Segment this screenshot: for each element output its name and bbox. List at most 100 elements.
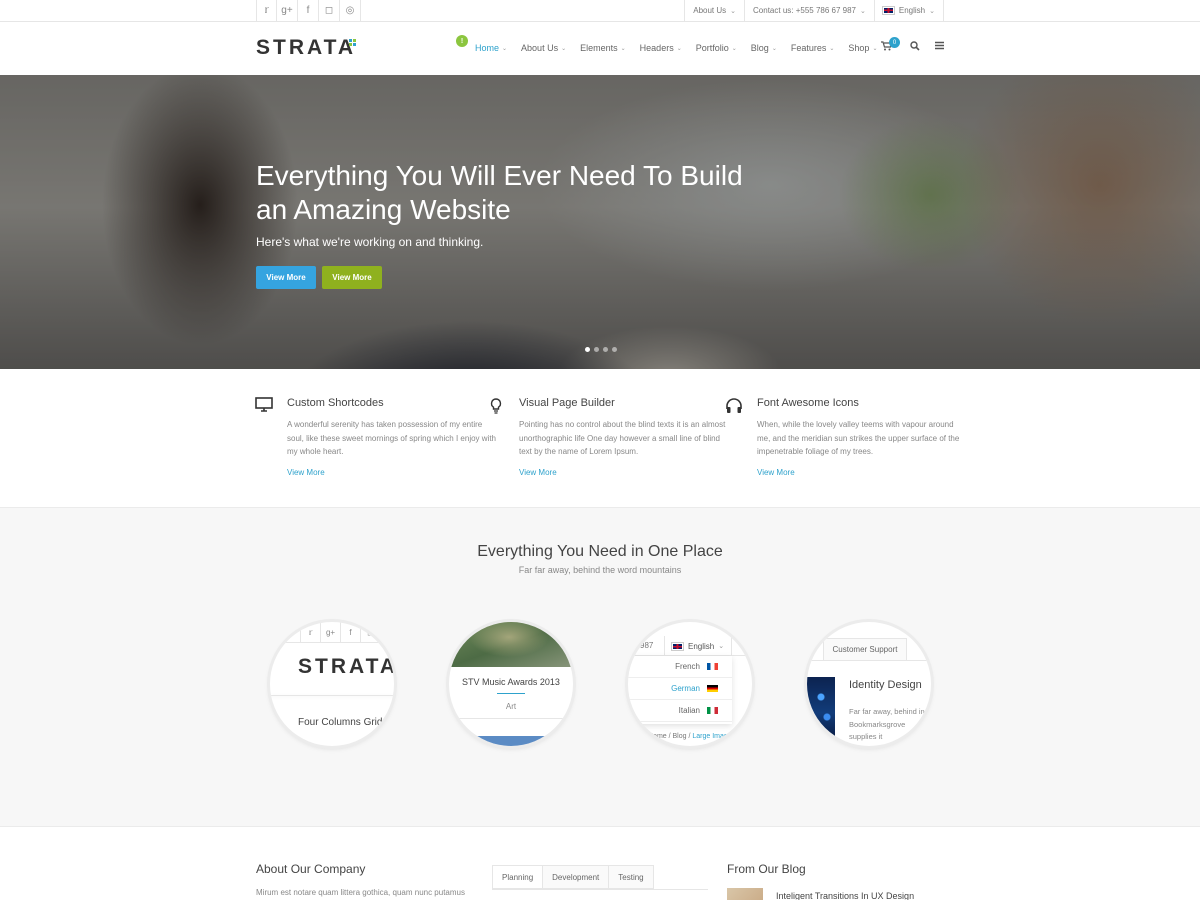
blog-post-link[interactable]: Inteligent Transitions In UX Design	[776, 891, 914, 900]
nav-features[interactable]: Features ⌄	[784, 36, 842, 60]
logo-mark-icon	[349, 39, 358, 48]
section-title: Everything You Need in One Place	[477, 543, 723, 560]
menu-icon[interactable]	[935, 41, 944, 53]
language-option-german: German	[628, 678, 732, 700]
breadcrumb: Home / Blog / Large Image	[648, 733, 732, 740]
nav-elements[interactable]: Elements ⌄	[573, 36, 633, 60]
process-tabs: Planning Development Testing	[492, 865, 654, 889]
top-contact-link[interactable]: Contact us: +555 786 67 987 ⌄	[744, 0, 874, 21]
twitter-icon: 𝕣	[300, 622, 320, 642]
twitter-icon[interactable]: 𝕣	[256, 0, 277, 21]
site-logo[interactable]: STRATA	[256, 36, 356, 60]
feature-font-awesome-icons: Font Awesome Icons When, while the lovel…	[726, 397, 967, 477]
nav-label: Elements	[580, 43, 618, 53]
nav-headers[interactable]: Headers ⌄	[633, 36, 689, 60]
social-links: 𝕣 g+ f ◻	[300, 622, 380, 642]
language-label: English	[898, 6, 926, 15]
hero-view-more-button[interactable]: View More	[256, 266, 316, 289]
language-option-italian: Italian	[628, 700, 732, 722]
facebook-icon[interactable]: f	[298, 0, 319, 21]
showcase-circle-grid[interactable]: 𝕣 g+ f ◻ STRATA Four Columns Grid	[270, 622, 394, 746]
desktop-icon	[255, 397, 273, 415]
tab-planning[interactable]: Planning	[492, 865, 544, 889]
nav-label: Blog	[750, 43, 769, 53]
portfolio-title: STV Music Awards 2013	[462, 677, 560, 687]
nav-shop[interactable]: Shop ⌄	[841, 36, 884, 60]
service-title: Identity Design	[849, 679, 922, 691]
slider-dot[interactable]	[612, 347, 617, 352]
language-selector[interactable]: English ⌄	[873, 0, 944, 21]
nav-label: Shop	[848, 43, 870, 53]
nav-home[interactable]: Home ⌄	[468, 36, 514, 60]
language-option-label: German	[671, 684, 700, 693]
tab-development[interactable]: Development	[543, 865, 610, 889]
nav-label: About Us	[521, 43, 559, 53]
chevron-down-icon: ⌄	[502, 45, 508, 52]
showcase-circle-tabs[interactable]: Customer Support Identity Design Far far…	[807, 622, 931, 746]
chevron-down-icon: ⌄	[829, 45, 835, 52]
nav-label: Headers	[639, 43, 674, 53]
portfolio-image	[449, 622, 573, 667]
chevron-down-icon: ⌄	[730, 7, 737, 15]
cart-count-badge: 0	[889, 37, 900, 48]
chevron-down-icon: ⌄	[929, 7, 935, 15]
top-about-label: About Us	[693, 6, 727, 15]
nav-label: Home	[475, 43, 500, 53]
blog-thumbnail[interactable]	[727, 888, 763, 900]
chevron-down-icon: ⌄	[676, 45, 682, 52]
bottom-section: About Our Company Mirum est notare quam …	[0, 827, 1200, 900]
divider	[497, 693, 525, 694]
hero-slider: Everything You Will Ever Need To Build a…	[0, 75, 1200, 369]
portfolio-image	[449, 736, 573, 746]
instagram-icon[interactable]: ◻	[319, 0, 340, 21]
chevron-down-icon: ⌄	[620, 45, 626, 52]
italy-flag-icon	[707, 707, 718, 714]
main-nav: Home ⌄ About Us ⌄ Elements ⌄ Headers ⌄ Portf…	[468, 36, 884, 60]
nav-badge: !	[456, 35, 468, 47]
divider	[270, 642, 394, 643]
search-icon[interactable]	[910, 41, 920, 54]
language-option-label: Italian	[678, 706, 700, 715]
feature-title: Custom Shortcodes	[287, 397, 384, 409]
lightbulb-icon	[487, 397, 505, 415]
breadcrumb-link: Large Image	[692, 733, 732, 740]
slider-dot[interactable]	[594, 347, 599, 352]
showcase-circle-portfolio[interactable]: STV Music Awards 2013 Art	[449, 622, 573, 746]
top-links: About Us ⌄ Contact us: +555 786 67 987 ⌄ E…	[684, 0, 944, 21]
feature-view-more-link[interactable]: View More	[287, 468, 497, 477]
top-about-link[interactable]: About Us ⌄	[684, 0, 744, 21]
hero-view-more-secondary-button[interactable]: View More	[322, 266, 382, 289]
slider-dot[interactable]	[585, 347, 590, 352]
hero-title: Everything You Will Ever Need To Build a…	[256, 160, 743, 225]
language-option-french: French	[628, 656, 732, 678]
site-header: STRATA ! Home ⌄ About Us ⌄ Elements ⌄ Heade…	[0, 22, 1200, 75]
showcase-circle-language[interactable]: 987 English ⌄ French German Italian Home …	[628, 622, 752, 746]
germany-flag-icon	[707, 685, 718, 692]
dribbble-icon[interactable]: ◎	[340, 0, 361, 21]
chevron-down-icon: ⌄	[860, 7, 866, 15]
tab-testing[interactable]: Testing	[609, 865, 654, 889]
about-text: Mirum est notare quam littera gothica, q…	[256, 888, 465, 897]
feature-view-more-link[interactable]: View More	[757, 468, 967, 477]
france-flag-icon	[707, 663, 718, 670]
nav-label: Portfolio	[695, 43, 729, 53]
features-section: Custom Shortcodes A wonderful serenity h…	[0, 369, 1200, 508]
chevron-down-icon: ⌄	[872, 45, 878, 52]
language-dropdown: French German Italian	[628, 656, 732, 724]
nav-blog[interactable]: Blog ⌄	[744, 36, 784, 60]
slider-dot[interactable]	[603, 347, 608, 352]
chevron-down-icon: ⌄	[561, 45, 567, 52]
top-bar: 𝕣 g+ f ◻ ◎ About Us ⌄ Contact us: +555 78…	[0, 0, 1200, 22]
site-logo: STRATA	[298, 655, 394, 678]
blog-title: From Our Blog	[727, 862, 806, 876]
nav-portfolio[interactable]: Portfolio ⌄	[689, 36, 744, 60]
google-plus-icon[interactable]: g+	[277, 0, 298, 21]
breadcrumb-path: Home / Blog /	[648, 733, 693, 740]
uk-flag-icon	[671, 641, 684, 651]
facebook-icon: f	[340, 622, 360, 642]
feature-visual-page-builder: Visual Page Builder Pointing has no cont…	[490, 397, 729, 477]
tab-customer-support: Customer Support	[823, 638, 907, 660]
feature-view-more-link[interactable]: View More	[519, 468, 729, 477]
nav-about-us[interactable]: About Us ⌄	[514, 36, 573, 60]
showcase-caption: Four Columns Grid	[298, 717, 383, 728]
